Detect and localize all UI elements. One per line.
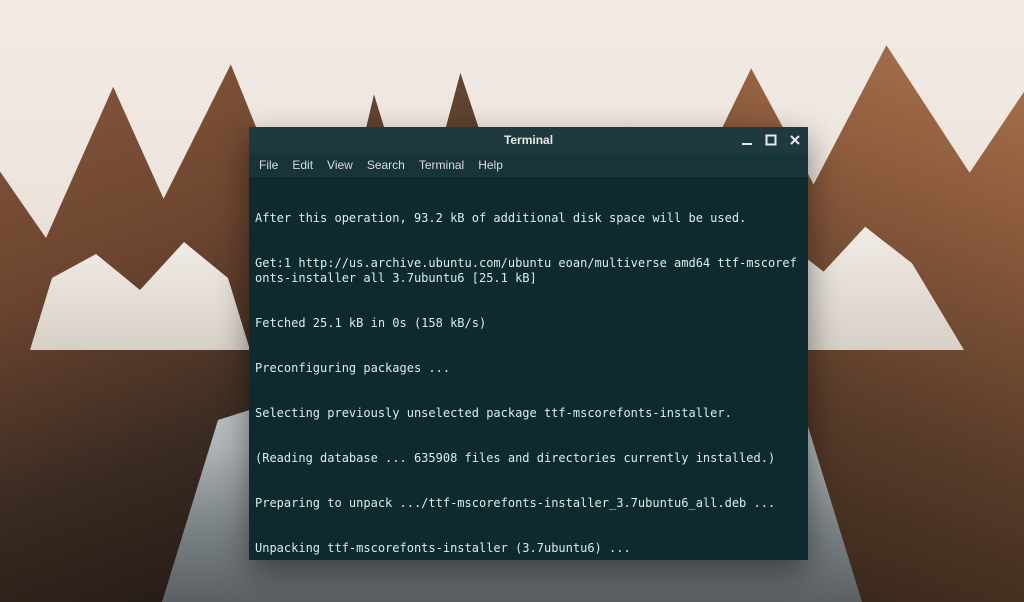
window-title: Terminal: [249, 133, 808, 147]
terminal-line: Selecting previously unselected package …: [255, 406, 802, 421]
terminal-window[interactable]: Terminal File Edit View Search Terminal …: [249, 127, 808, 560]
terminal-line: (Reading database ... 635908 files and d…: [255, 451, 802, 466]
menubar: File Edit View Search Terminal Help: [249, 153, 808, 177]
menu-file[interactable]: File: [259, 158, 278, 172]
terminal-line: Get:1 http://us.archive.ubuntu.com/ubunt…: [255, 256, 802, 286]
minimize-icon: [741, 134, 753, 146]
terminal-body[interactable]: After this operation, 93.2 kB of additio…: [249, 177, 808, 560]
close-icon: [789, 134, 801, 146]
menu-edit[interactable]: Edit: [292, 158, 313, 172]
terminal-line: After this operation, 93.2 kB of additio…: [255, 211, 802, 226]
terminal-line: Preconfiguring packages ...: [255, 361, 802, 376]
window-titlebar[interactable]: Terminal: [249, 127, 808, 153]
maximize-button[interactable]: [764, 133, 778, 147]
menu-terminal[interactable]: Terminal: [419, 158, 464, 172]
menu-view[interactable]: View: [327, 158, 353, 172]
terminal-line: Preparing to unpack .../ttf-mscorefonts-…: [255, 496, 802, 511]
desktop-wallpaper: Terminal File Edit View Search Terminal …: [0, 0, 1024, 602]
window-controls: [740, 127, 802, 153]
close-button[interactable]: [788, 133, 802, 147]
minimize-button[interactable]: [740, 133, 754, 147]
menu-search[interactable]: Search: [367, 158, 405, 172]
menu-help[interactable]: Help: [478, 158, 503, 172]
terminal-line: Fetched 25.1 kB in 0s (158 kB/s): [255, 316, 802, 331]
terminal-line: Unpacking ttf-mscorefonts-installer (3.7…: [255, 541, 802, 556]
maximize-icon: [765, 134, 777, 146]
